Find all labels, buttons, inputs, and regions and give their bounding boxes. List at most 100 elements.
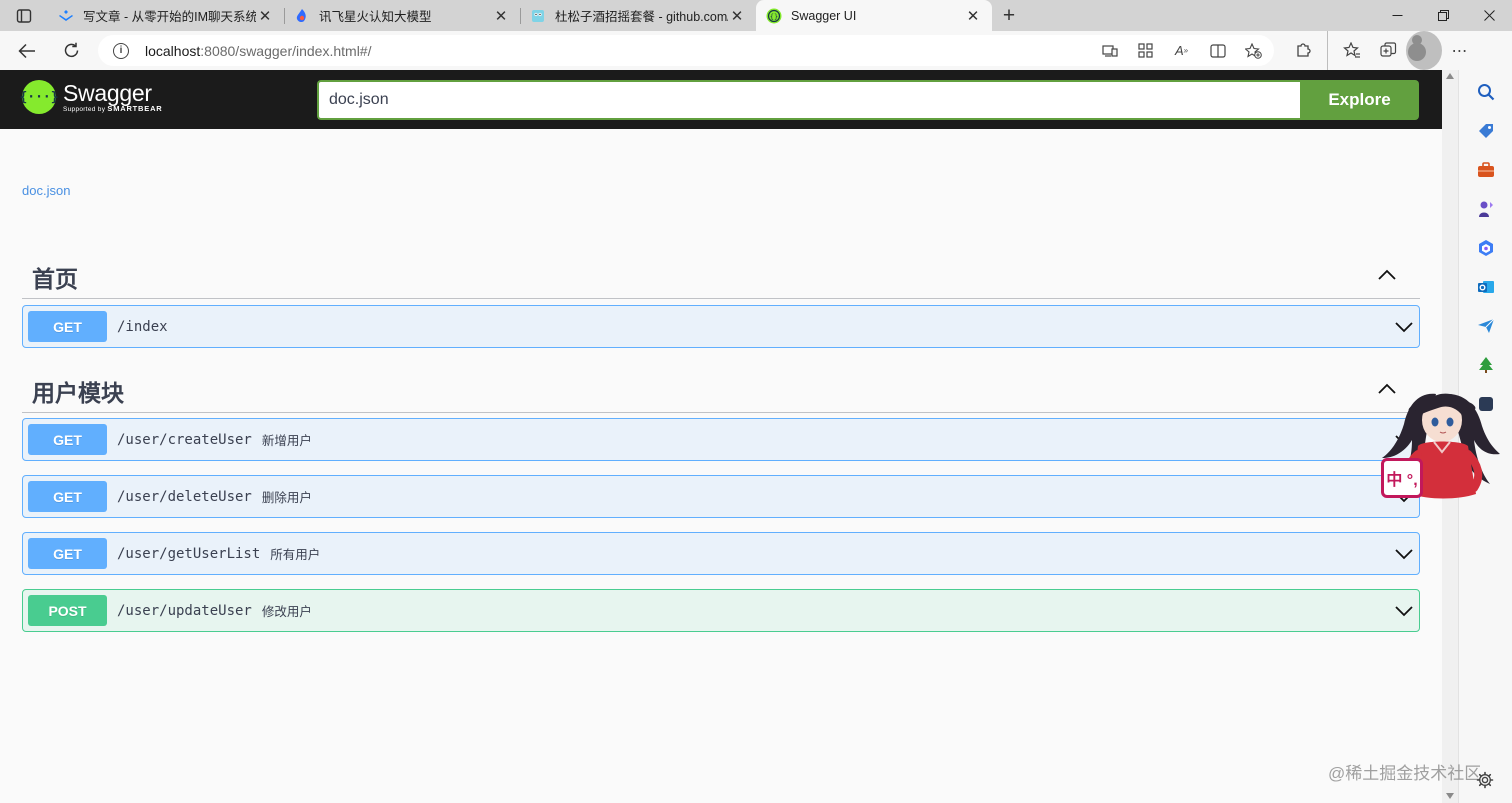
- ime-status-badge[interactable]: 中 °,: [1381, 458, 1423, 498]
- avatar: [1406, 31, 1442, 70]
- operation-summary: 新增用户: [261, 434, 312, 448]
- scroll-up-arrow-icon[interactable]: [1446, 73, 1454, 79]
- close-window-button[interactable]: [1466, 0, 1512, 31]
- split-screen-icon[interactable]: [1209, 42, 1226, 59]
- operation-block[interactable]: GET /user/createUser 新增用户: [22, 418, 1420, 461]
- apps-grid-icon[interactable]: [1137, 42, 1154, 59]
- operation-block[interactable]: GET /user/deleteUser 删除用户: [22, 475, 1420, 518]
- url-host: localhost: [145, 42, 201, 59]
- tag-section-header[interactable]: 首页: [22, 255, 1420, 299]
- url-text: localhost:8080/swagger/index.html#/: [145, 43, 371, 59]
- method-badge: GET: [28, 424, 107, 455]
- site-info-icon[interactable]: i: [113, 42, 129, 59]
- sidebar-outlook-icon[interactable]: [1476, 277, 1496, 297]
- browser-toolbar: ⋯: [1285, 31, 1478, 70]
- operation-path: /user/updateUser: [117, 602, 252, 619]
- extensions-button[interactable]: [1285, 31, 1321, 70]
- tab-actions-button[interactable]: [0, 0, 48, 31]
- address-bar: i localhost:8080/swagger/index.html#/ A»…: [0, 31, 1512, 70]
- browser-tab[interactable]: 杜松子酒招摇套餐 - github.com/ ✕: [520, 0, 756, 31]
- restore-icon: [1437, 10, 1449, 21]
- browser-tab[interactable]: 写文章 - 从零开始的IM聊天系统 ✕: [48, 0, 284, 31]
- operation-block[interactable]: GET /user/getUserList 所有用户: [22, 532, 1420, 575]
- more-icon: ⋯: [1451, 42, 1469, 60]
- add-favorite-icon[interactable]: [1245, 42, 1262, 59]
- chevron-down-icon[interactable]: [1394, 317, 1414, 337]
- tag-section-header[interactable]: 用户模块: [22, 369, 1420, 413]
- omnibox-actions: A»: [1101, 35, 1262, 66]
- restore-button[interactable]: [1420, 0, 1466, 31]
- close-icon: [1483, 10, 1495, 21]
- close-tab-icon[interactable]: ✕: [256, 7, 274, 25]
- profile-button[interactable]: [1406, 31, 1442, 70]
- url-field[interactable]: i localhost:8080/swagger/index.html#/ A»: [98, 35, 1274, 66]
- operation-block[interactable]: POST /user/updateUser 修改用户: [22, 589, 1420, 632]
- operation-summary: 删除用户: [261, 491, 312, 505]
- close-tab-icon[interactable]: ✕: [492, 7, 510, 25]
- settings-gear-icon[interactable]: [1476, 771, 1494, 789]
- operation-path: /user/getUserList: [117, 545, 261, 562]
- settings-more-button[interactable]: ⋯: [1442, 31, 1478, 70]
- operation-summary: 所有用户: [270, 548, 321, 562]
- close-tab-icon[interactable]: ✕: [964, 7, 982, 25]
- tab-title: 杜松子酒招摇套餐 - github.com/: [555, 10, 728, 24]
- new-tab-button[interactable]: +: [992, 0, 1026, 31]
- swagger-logo-text: Swagger Supported by SMARTBEAR: [63, 81, 163, 114]
- method-badge: GET: [28, 481, 107, 512]
- gopher-icon: [530, 8, 546, 24]
- spec-link[interactable]: doc.json: [22, 183, 70, 198]
- tag-title: 用户模块: [32, 379, 124, 406]
- tab-title: 讯飞星火认知大模型: [319, 10, 432, 24]
- sidebar-tools-icon[interactable]: [1476, 160, 1496, 180]
- swagger-logo-sub-brand: SMARTBEAR: [107, 103, 163, 113]
- tag-title: 首页: [32, 265, 78, 292]
- sidebar-games-icon[interactable]: [1476, 199, 1496, 219]
- explore-form: doc.json Explore: [317, 80, 1419, 120]
- swagger-logo[interactable]: {···} Swagger Supported by SMARTBEAR: [19, 80, 163, 114]
- window-controls: [1374, 0, 1512, 31]
- tab-title: 写文章 - 从零开始的IM聊天系统: [83, 10, 256, 24]
- favorites-button[interactable]: [1334, 31, 1370, 70]
- back-button[interactable]: [5, 31, 49, 70]
- method-badge: POST: [28, 595, 107, 626]
- swagger-favicon-icon: {}: [766, 8, 782, 24]
- url-path: :8080/swagger/index.html#/: [200, 42, 372, 59]
- refresh-icon: [64, 42, 78, 58]
- toolbar-divider: [1327, 31, 1328, 70]
- plus-icon: +: [1002, 3, 1016, 27]
- chevron-down-icon[interactable]: [1394, 544, 1414, 564]
- chevron-down-icon[interactable]: [1394, 601, 1414, 621]
- tab-title: Swagger UI: [791, 8, 857, 23]
- minimize-button[interactable]: [1374, 0, 1420, 31]
- sidebar-shopping-icon[interactable]: [1476, 121, 1496, 141]
- watermark: @稀土掘金技术社区: [1328, 764, 1482, 783]
- tab-actions-icon: [16, 8, 32, 23]
- method-badge: GET: [28, 311, 107, 342]
- operation-path: /user/deleteUser: [117, 488, 252, 505]
- read-aloud-icon[interactable]: A»: [1173, 42, 1190, 59]
- browser-tab-active[interactable]: {} Swagger UI ✕: [756, 0, 992, 31]
- swagger-topbar: {···} Swagger Supported by SMARTBEAR doc…: [0, 70, 1442, 129]
- swagger-logo-sub-prefix: Supported by: [63, 105, 106, 113]
- swagger-logo-subtitle: Supported by SMARTBEAR: [63, 103, 163, 114]
- sidebar-office-icon[interactable]: [1476, 238, 1496, 258]
- operation-path: /index: [117, 318, 168, 335]
- spec-url-input[interactable]: doc.json: [317, 80, 1300, 120]
- app-available-icon[interactable]: [1101, 42, 1118, 59]
- scroll-down-arrow-icon[interactable]: [1446, 793, 1454, 799]
- swagger-logo-icon: {···}: [19, 80, 59, 114]
- tab-strip: 写文章 - 从零开始的IM聊天系统 ✕ 讯飞星火认知大模型 ✕ 杜松子酒招摇套餐…: [0, 0, 1512, 31]
- operation-path: /user/createUser: [117, 431, 252, 448]
- sidebar-send-icon[interactable]: [1476, 316, 1496, 336]
- method-badge: GET: [28, 538, 107, 569]
- browser-tab[interactable]: 讯飞星火认知大模型 ✕: [284, 0, 520, 31]
- explore-button[interactable]: Explore: [1300, 80, 1419, 120]
- sidebar-search-icon[interactable]: [1476, 82, 1496, 102]
- minimize-icon: [1392, 15, 1402, 16]
- close-tab-icon[interactable]: ✕: [728, 7, 746, 25]
- operation-block[interactable]: GET /index: [22, 305, 1420, 348]
- refresh-button[interactable]: [49, 31, 93, 70]
- chevron-up-icon[interactable]: [1378, 269, 1396, 281]
- sidebar-tree-icon[interactable]: [1476, 355, 1496, 375]
- collections-button[interactable]: [1370, 31, 1406, 70]
